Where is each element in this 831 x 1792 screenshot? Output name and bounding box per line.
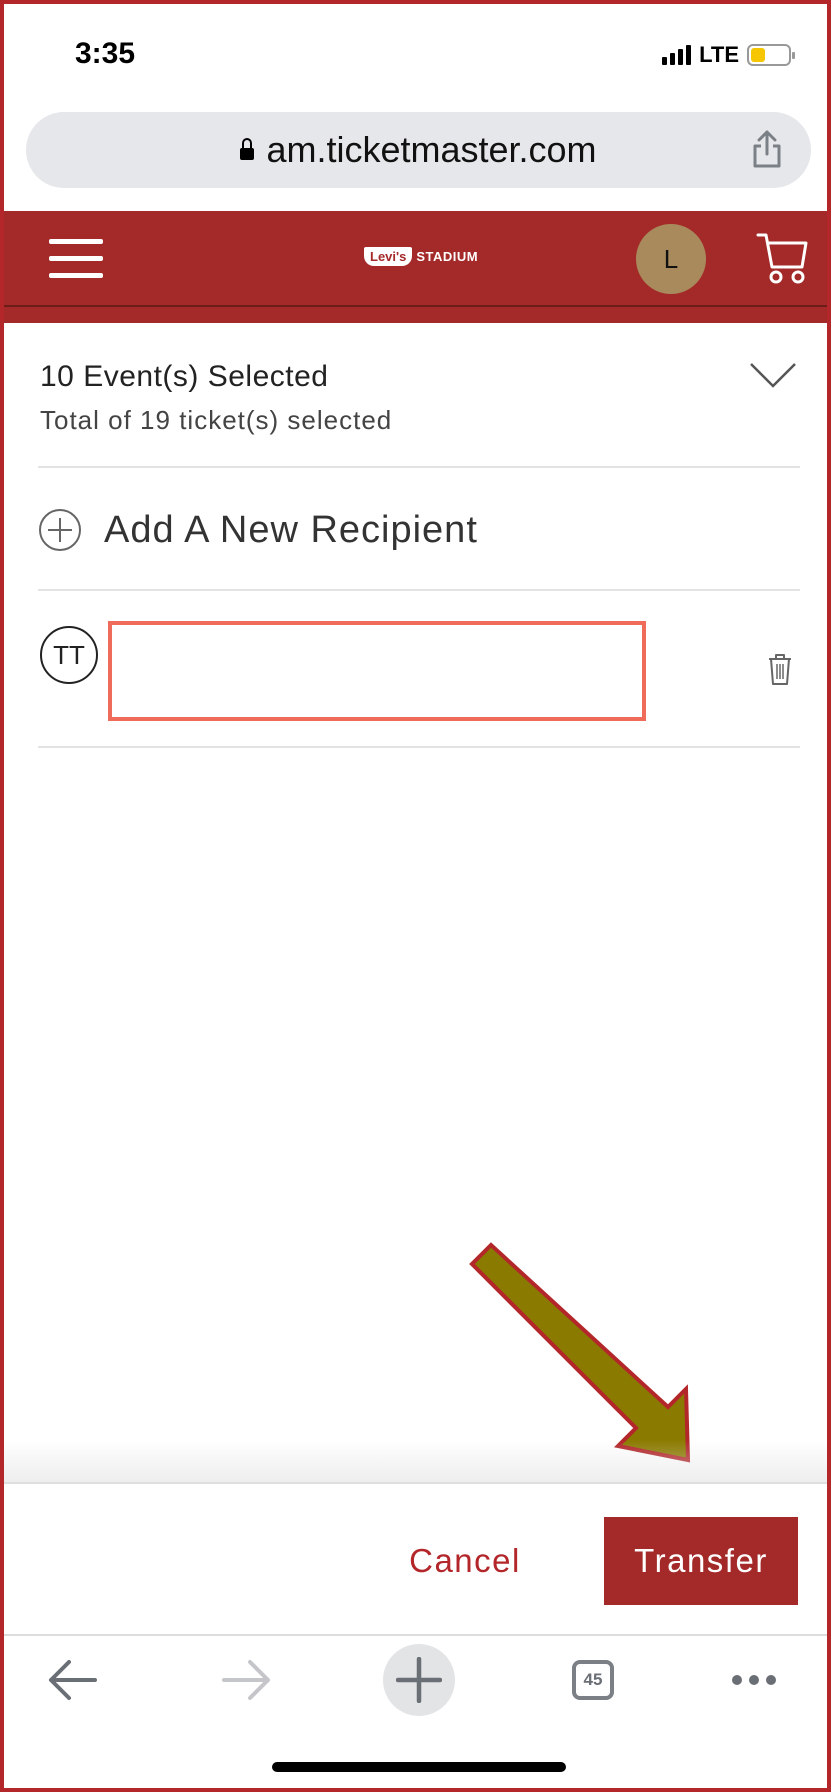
toolbar-divider: [4, 1634, 827, 1636]
trash-icon[interactable]: [765, 651, 795, 687]
tabs-count: 45: [572, 1660, 614, 1700]
status-indicators: LTE: [662, 42, 795, 68]
more-options-button[interactable]: [724, 1640, 784, 1720]
plus-icon: [396, 1657, 442, 1703]
tabs-button[interactable]: 45: [566, 1640, 620, 1720]
home-indicator: [272, 1762, 566, 1772]
recipient-input[interactable]: [108, 621, 646, 721]
url-text: am.ticketmaster.com: [266, 129, 597, 170]
cart-icon[interactable]: [756, 231, 808, 285]
back-button[interactable]: [40, 1640, 104, 1720]
more-dots-icon: [732, 1675, 776, 1685]
arrow-left-icon: [49, 1660, 97, 1700]
hamburger-menu-icon[interactable]: [49, 239, 103, 279]
site-header: Levi's STADIUM L: [4, 211, 827, 305]
user-avatar[interactable]: L: [636, 224, 706, 294]
footer-shadow: [4, 1440, 827, 1484]
plus-circle-icon: [39, 509, 81, 551]
tickets-selected-subtitle: Total of 19 ticket(s) selected: [40, 405, 393, 435]
footer-divider: [4, 1482, 827, 1484]
cancel-button[interactable]: Cancel: [400, 1516, 530, 1606]
transfer-button[interactable]: Transfer: [604, 1517, 798, 1605]
arrow-right-icon: [222, 1660, 270, 1700]
share-icon[interactable]: [751, 130, 783, 168]
header-bottom-band: [4, 305, 827, 323]
logo-suffix: STADIUM: [416, 249, 479, 264]
address-bar[interactable]: am.ticketmaster.com: [26, 112, 811, 188]
lock-icon: [240, 138, 255, 160]
divider: [38, 466, 800, 468]
divider: [38, 746, 800, 748]
levis-stadium-logo: Levi's STADIUM: [364, 247, 478, 266]
add-recipient-label: Add A New Recipient: [104, 508, 478, 551]
logo-brand: Levi's: [364, 247, 413, 266]
divider: [38, 589, 800, 591]
add-recipient-button[interactable]: Add A New Recipient: [38, 500, 800, 560]
status-time: 3:35: [75, 37, 136, 70]
new-tab-button[interactable]: [382, 1640, 456, 1720]
recipient-initials-badge: TT: [40, 626, 98, 684]
signal-icon: [662, 45, 692, 65]
forward-button[interactable]: [215, 1640, 279, 1720]
battery-low-icon: [747, 44, 795, 66]
chevron-down-icon[interactable]: [748, 360, 798, 392]
network-type: LTE: [699, 42, 739, 67]
events-selected-title: 10 Event(s) Selected: [40, 360, 329, 393]
